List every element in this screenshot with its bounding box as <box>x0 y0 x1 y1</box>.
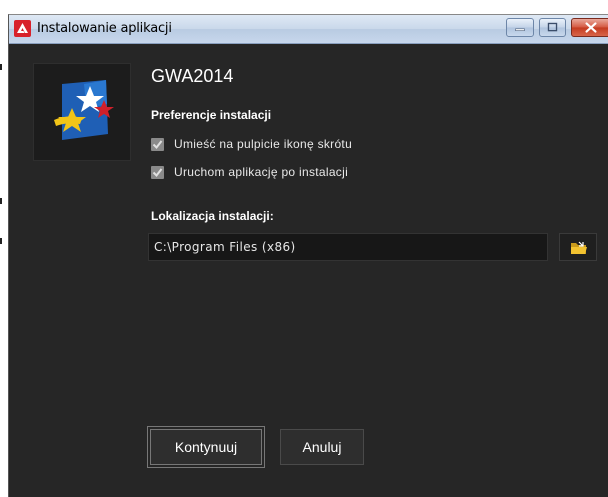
close-button[interactable] <box>571 18 608 37</box>
minimize-icon <box>515 28 525 31</box>
launch-after-install-label: Uruchom aplikację po instalacji <box>174 165 349 179</box>
continue-button[interactable]: Kontynuuj <box>147 426 265 468</box>
minimize-button[interactable] <box>506 18 534 37</box>
close-icon <box>585 22 597 33</box>
browse-folder-button[interactable] <box>559 233 597 261</box>
installer-window: Instalowanie aplikacji GWA2014 Preferenc… <box>8 14 608 497</box>
desktop-shortcut-checkbox[interactable] <box>151 138 164 151</box>
cancel-button[interactable]: Anuluj <box>280 429 364 465</box>
edge-artifact <box>0 64 2 70</box>
install-location-label: Lokalizacja instalacji: <box>151 209 274 223</box>
preferences-heading: Preferencje instalacji <box>151 108 272 122</box>
folder-icon <box>571 241 587 254</box>
launch-after-install-checkbox[interactable] <box>151 166 164 179</box>
install-path-input[interactable] <box>148 233 548 261</box>
maximize-button[interactable] <box>539 18 566 37</box>
edge-artifact <box>0 198 2 204</box>
app-name: GWA2014 <box>151 66 234 86</box>
checkmark-icon <box>152 140 163 150</box>
maximize-icon <box>547 22 558 32</box>
desktop-shortcut-label: Umieść na pulpicie ikonę skrótu <box>174 137 353 151</box>
title-bar[interactable]: Instalowanie aplikacji <box>9 15 608 44</box>
app-logo <box>33 63 131 161</box>
window-title: Instalowanie aplikacji <box>37 21 172 36</box>
edge-artifact <box>0 238 2 244</box>
eu-star-flag-logo <box>54 80 114 140</box>
checkmark-icon <box>152 168 163 178</box>
air-installer-icon <box>14 20 31 37</box>
